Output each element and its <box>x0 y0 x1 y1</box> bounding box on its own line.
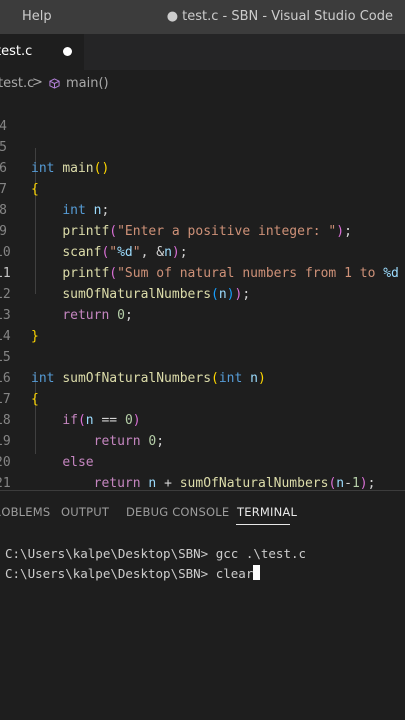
breadcrumb-symbol[interactable]: main() <box>66 76 109 91</box>
breadcrumb-separator: > <box>32 75 43 90</box>
code-line: 13 } <box>0 284 405 344</box>
code-line: 19 else <box>0 410 405 470</box>
code-line: 5 int main() <box>0 116 405 176</box>
terminal-command: clear <box>215 566 254 581</box>
code-line: 20 return n + sumOfNaturalNumbers(n-1); <box>0 431 405 491</box>
tab-test-c[interactable]: test.c <box>0 34 85 70</box>
code-editor[interactable]: 4 5 int main() 6 { 7 int n; 8 printf("En… <box>0 95 405 512</box>
terminal-prompt: C:\Users\kalpe\Desktop\SBN> <box>5 546 216 561</box>
terminal-prompt: C:\Users\kalpe\Desktop\SBN> <box>5 566 216 581</box>
cube-icon <box>49 78 60 89</box>
terminal-line: C:\Users\kalpe\Desktop\SBN> gcc .\test.c <box>5 546 306 561</box>
tab-output[interactable]: OUTPUT <box>61 505 109 519</box>
code-line: 8 printf("Enter a positive integer: "); <box>0 179 405 239</box>
menu-item-help[interactable]: Help <box>22 9 52 24</box>
code-line: 14 <box>0 305 405 344</box>
panel-tabs: PROBLEMS OUTPUT DEBUG CONSOLE TERMINAL <box>0 491 405 531</box>
code-line: 12 return 0; <box>0 263 405 323</box>
tab-debug-console[interactable]: DEBUG CONSOLE <box>126 505 229 519</box>
modified-dot-icon[interactable] <box>63 47 72 56</box>
code-line: 10 printf("Sum of natural numbers from 1… <box>0 221 405 281</box>
code-line: 4 <box>0 95 405 134</box>
terminal-line: C:\Users\kalpe\Desktop\SBN> clear <box>5 565 261 581</box>
vscode-window: Help ● test.c - SBN - Visual Studio Code… <box>0 0 405 720</box>
code-line: 9 scanf("%d", &n); <box>0 200 405 260</box>
terminal-cursor <box>253 565 261 580</box>
code-line: 6 { <box>0 137 405 197</box>
code-line-active: 11 sumOfNaturalNumbers(n)); <box>0 242 405 302</box>
tab-label: test.c <box>0 44 33 59</box>
title-bar: Help ● test.c - SBN - Visual Studio Code <box>0 0 405 34</box>
code-line: 7 int n; <box>0 158 405 218</box>
active-tab-indicator <box>236 524 290 525</box>
code-line: 16 { <box>0 347 405 407</box>
window-title: ● test.c - SBN - Visual Studio Code <box>166 9 393 24</box>
breadcrumb-file[interactable]: test.c <box>0 76 34 91</box>
tab-terminal[interactable]: TERMINAL <box>237 505 297 519</box>
editor-tab-bar: test.c <box>0 34 405 70</box>
tab-problems[interactable]: PROBLEMS <box>0 505 50 519</box>
code-line: 17 if(n == 0) <box>0 368 405 428</box>
bottom-panel: PROBLEMS OUTPUT DEBUG CONSOLE TERMINAL C… <box>0 490 405 720</box>
code-line: 21 } <box>0 452 405 512</box>
terminal-command: gcc .\test.c <box>215 546 307 561</box>
breadcrumb: test.c > main() <box>0 70 405 98</box>
code-line: 18 return 0; <box>0 389 405 449</box>
code-line: 15 int sumOfNaturalNumbers(int n) <box>0 326 405 386</box>
